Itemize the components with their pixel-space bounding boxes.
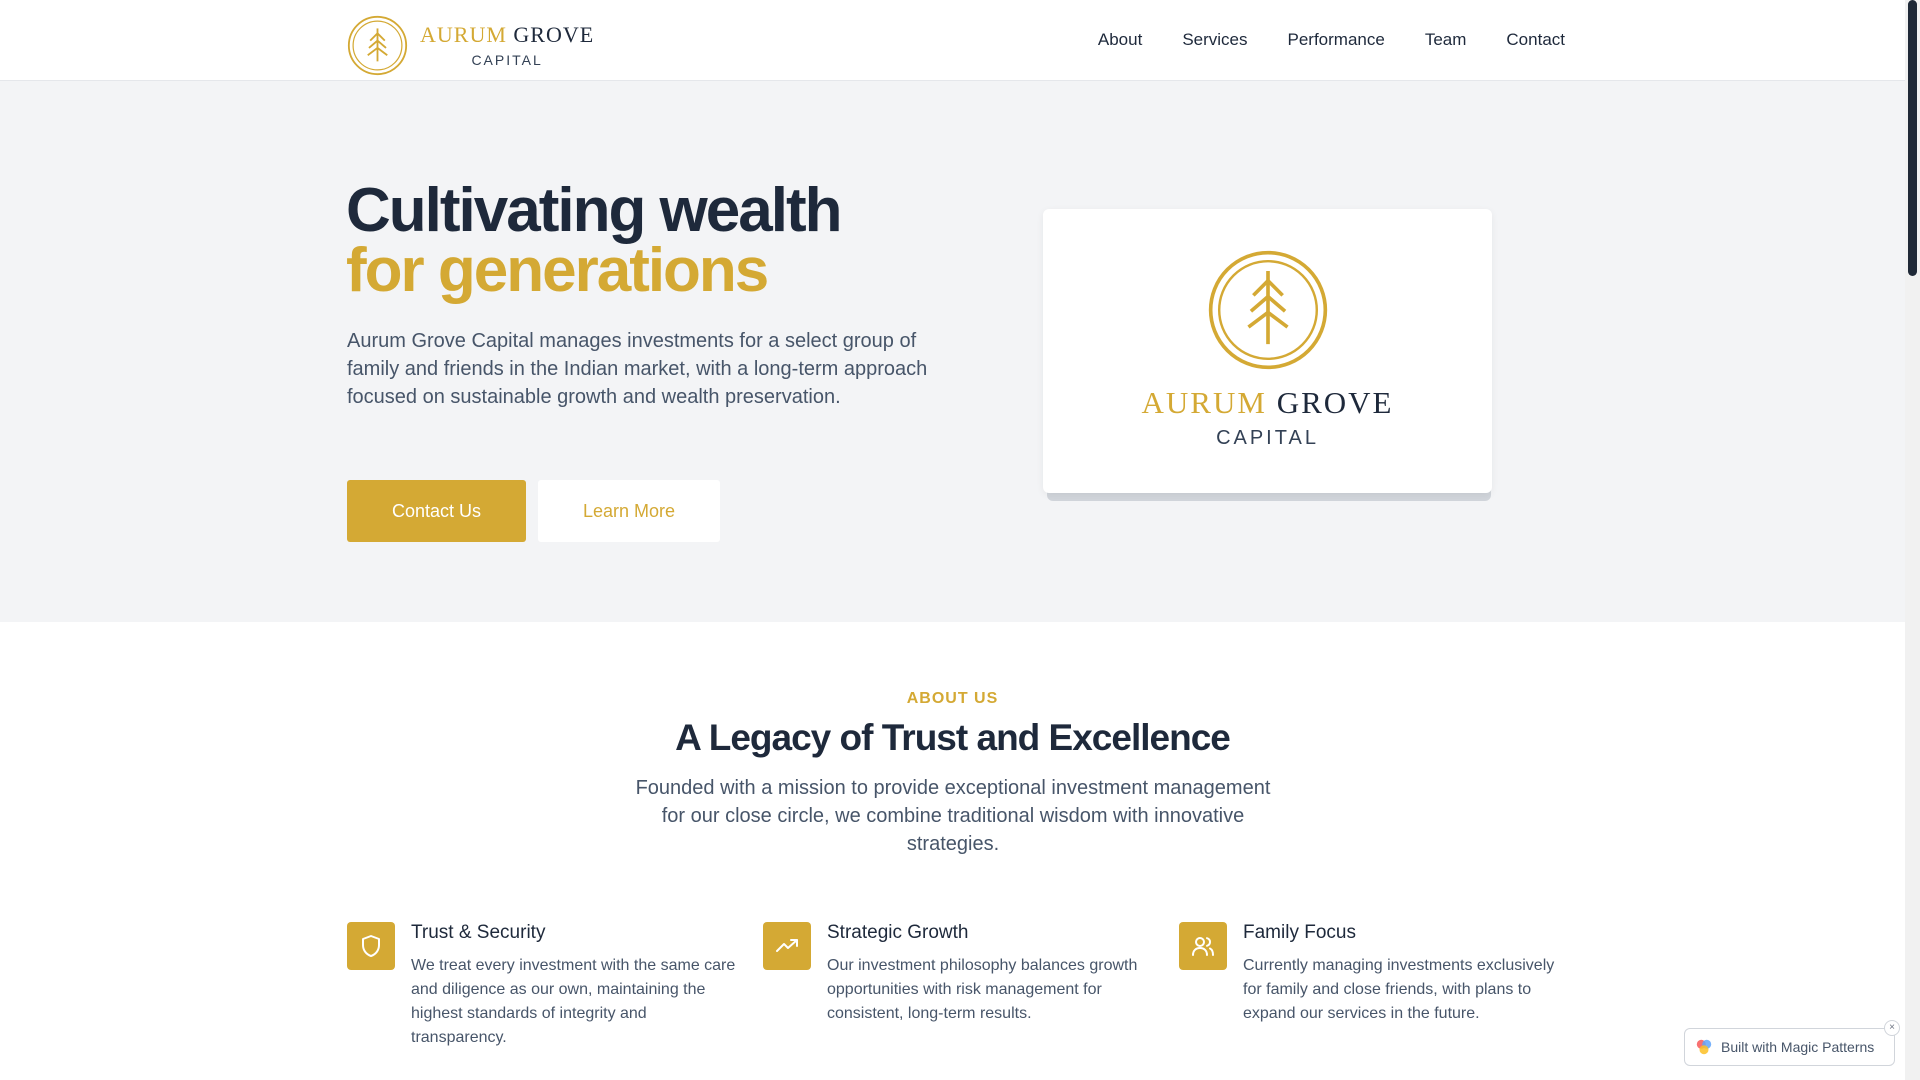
learn-more-button[interactable]: Learn More xyxy=(538,480,720,542)
contact-us-button[interactable]: Contact Us xyxy=(347,480,526,542)
nav-link-team[interactable]: Team xyxy=(1425,30,1467,50)
page: AURUM GROVE CAPITAL About Services Perfo… xyxy=(0,0,1905,1080)
brand-word-capital: CAPITAL xyxy=(471,51,543,68)
about-description: Founded with a mission to provide except… xyxy=(635,777,1271,855)
hero-title-line-1: Cultivating wealth xyxy=(346,176,842,245)
nav-link-about[interactable]: About xyxy=(1098,30,1142,50)
feature-title: Strategic Growth xyxy=(827,922,969,943)
built-with-badge[interactable]: Built with Magic Patterns xyxy=(1684,1028,1895,1066)
badge-close-icon[interactable]: × xyxy=(1884,1020,1900,1036)
site-header: AURUM GROVE CAPITAL About Services Perfo… xyxy=(0,0,1905,81)
nav-link-services[interactable]: Services xyxy=(1182,30,1247,50)
users-icon xyxy=(1192,937,1214,956)
feature-description: We treat every investment with the same … xyxy=(411,957,736,1046)
feature-title: Family Focus xyxy=(1243,922,1356,943)
card-word-grove: GROVE xyxy=(1276,385,1394,420)
page-scrollbar[interactable] xyxy=(1905,0,1920,1080)
hero-logo-card: AURUM GROVE CAPITAL xyxy=(1043,209,1492,493)
card-wordmark: AURUM GROVE xyxy=(1043,385,1492,421)
shield-icon xyxy=(362,935,380,957)
nav-link-performance[interactable]: Performance xyxy=(1288,30,1385,50)
brand-word-aurum: AURUM xyxy=(420,22,507,48)
hero-title: Cultivating wealth for generations xyxy=(346,176,842,305)
feature-description: Currently managing investments exclusive… xyxy=(1243,957,1555,1022)
card-word-aurum: AURUM xyxy=(1141,385,1267,420)
about-title: A Legacy of Trust and Excellence xyxy=(675,717,1231,758)
nav-link-contact[interactable]: Contact xyxy=(1506,30,1565,50)
about-eyebrow: ABOUT US xyxy=(906,690,999,707)
hero-section: Cultivating wealth for generations Aurum… xyxy=(0,81,1905,622)
tree-emblem-icon xyxy=(1208,250,1328,370)
brand-word-grove: GROVE xyxy=(513,22,595,48)
badge-label: Built with Magic Patterns xyxy=(1721,1039,1875,1055)
brand-wordmark: AURUM GROVE CAPITAL xyxy=(420,22,595,68)
scrollbar-thumb[interactable] xyxy=(1908,0,1917,276)
card-word-capital: CAPITAL xyxy=(1216,427,1319,449)
trending-up-icon xyxy=(776,939,798,952)
feature-description: Our investment philosophy balances growt… xyxy=(827,957,1138,1022)
hero-title-line-2: for generations xyxy=(346,236,769,305)
main-nav: About Services Performance Team Contact xyxy=(1058,0,1565,80)
hero-description: Aurum Grove Capital manages investments … xyxy=(347,330,928,408)
feature-title: Trust & Security xyxy=(411,922,546,943)
magic-patterns-logo-icon xyxy=(1696,1039,1712,1055)
tree-logo-icon xyxy=(347,15,408,76)
brand-logo-link[interactable]: AURUM GROVE CAPITAL xyxy=(347,15,594,76)
